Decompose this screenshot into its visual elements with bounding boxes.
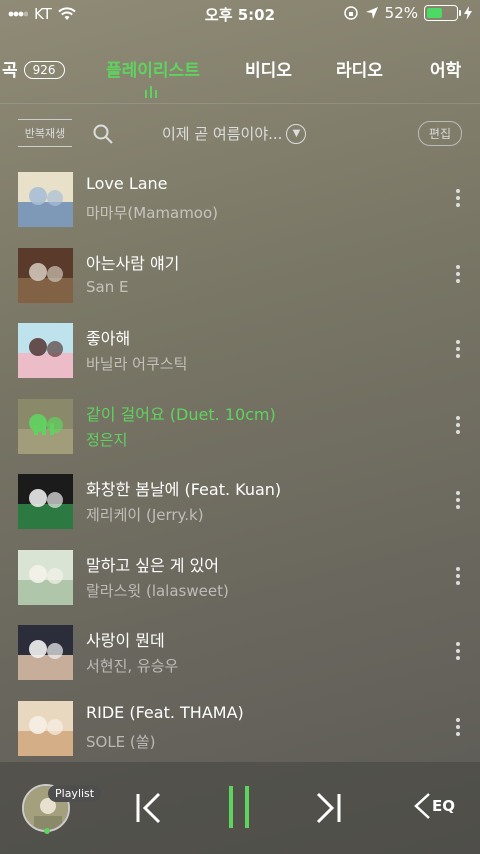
tab-radio[interactable]: 라디오 bbox=[336, 56, 383, 81]
status-bar: KT 오후 5:02 52% bbox=[0, 0, 480, 28]
song-title: 사랑이 뭔데 bbox=[86, 631, 165, 650]
more-options-icon[interactable] bbox=[456, 340, 460, 358]
speaker-icon bbox=[414, 793, 430, 819]
battery-fill bbox=[427, 8, 442, 18]
song-artist: 랄라스윗 (lalasweet) bbox=[86, 581, 229, 600]
tab-playlist[interactable]: 플레이리스트 bbox=[106, 56, 200, 81]
location-icon bbox=[365, 7, 378, 19]
battery-percent: 52% bbox=[384, 4, 418, 22]
equalizer-button[interactable]: EQ bbox=[414, 792, 455, 820]
song-artist: 서현진, 유승우 bbox=[86, 657, 179, 675]
song-row[interactable]: 사랑이 뭔데서현진, 유승우 bbox=[0, 625, 480, 701]
pause-icon[interactable] bbox=[226, 784, 252, 830]
search-icon[interactable] bbox=[92, 123, 114, 145]
playlist-toolbar: 반복재생 이제 곧 여름이야... ▼ 편집 bbox=[0, 113, 480, 153]
tab-songs[interactable]: 곡 926 bbox=[2, 56, 65, 81]
next-track-icon[interactable] bbox=[314, 792, 342, 824]
song-title: 화창한 봄날에 (Feat. Kuan) bbox=[86, 480, 282, 499]
more-options-icon[interactable] bbox=[456, 717, 460, 736]
album-cover[interactable] bbox=[18, 247, 73, 303]
song-row[interactable]: 화창한 봄날에 (Feat. Kuan) 제리케이 (Jerry.k) bbox=[0, 474, 480, 550]
progress-indicator bbox=[44, 828, 50, 834]
album-cover[interactable] bbox=[18, 549, 73, 605]
album-cover[interactable] bbox=[18, 625, 73, 680]
more-options-icon[interactable] bbox=[456, 642, 460, 660]
playlist-selector[interactable]: 이제 곧 여름이야... ▼ bbox=[162, 123, 307, 144]
active-tab-indicator bbox=[145, 86, 157, 98]
song-title: Love Lane bbox=[86, 174, 168, 193]
song-row[interactable]: Love Lane 마마무(Mamamoo) bbox=[0, 172, 480, 248]
repeat-button[interactable]: 반복재생 bbox=[18, 119, 72, 147]
tabs-divider bbox=[0, 103, 480, 104]
song-row[interactable]: 아는사람 얘기 San E bbox=[0, 247, 480, 324]
battery-icon bbox=[424, 5, 461, 21]
song-artist: 정은지 bbox=[86, 430, 128, 449]
repeat-button-label: 반복재생 bbox=[24, 127, 66, 140]
more-options-icon[interactable] bbox=[456, 264, 460, 283]
song-artist: 바닐라 어쿠스틱 bbox=[86, 355, 188, 373]
playlist-tag: Playlist bbox=[48, 785, 102, 802]
more-options-icon[interactable] bbox=[456, 491, 460, 509]
album-cover[interactable] bbox=[18, 700, 73, 756]
song-title: RIDE (Feat. THAMA) bbox=[86, 702, 244, 722]
song-row[interactable]: 같이 걸어요 (Duet. 10cm) 정은지 bbox=[0, 398, 480, 475]
album-cover[interactable] bbox=[18, 323, 73, 378]
orientation-lock-icon bbox=[343, 6, 358, 20]
previous-track-icon[interactable] bbox=[135, 792, 163, 824]
song-row[interactable]: 말하고 싶은 게 있어랄라스윗 (lalasweet) bbox=[0, 549, 480, 626]
tab-songs-label: 곡 bbox=[2, 61, 18, 81]
tab-language[interactable]: 어학 bbox=[430, 56, 461, 81]
more-options-icon[interactable] bbox=[456, 566, 460, 585]
edit-button[interactable]: 편집 bbox=[417, 121, 462, 146]
song-title: 말하고 싶은 게 있어 bbox=[86, 555, 220, 575]
tab-video[interactable]: 비디오 bbox=[245, 56, 292, 81]
song-artist: San E bbox=[86, 277, 129, 296]
song-count-badge: 926 bbox=[23, 61, 65, 79]
song-artist: SOLE (쏠) bbox=[86, 732, 156, 751]
more-options-icon[interactable] bbox=[456, 415, 460, 434]
charging-icon bbox=[464, 6, 472, 20]
album-cover[interactable] bbox=[18, 398, 73, 454]
album-cover[interactable] bbox=[18, 172, 73, 227]
more-options-icon[interactable] bbox=[456, 189, 460, 207]
song-title: 같이 걸어요 (Duet. 10cm) bbox=[86, 404, 276, 424]
album-cover[interactable] bbox=[18, 474, 73, 529]
song-row[interactable]: 좋아해바닐라 어쿠스틱 bbox=[0, 323, 480, 399]
now-playing-equalizer-icon bbox=[34, 418, 54, 435]
song-artist: 제리케이 (Jerry.k) bbox=[86, 506, 204, 524]
eq-label: EQ bbox=[432, 797, 455, 815]
player-bar: Playlist EQ bbox=[0, 762, 480, 854]
song-title: 아는사람 얘기 bbox=[86, 253, 180, 273]
status-right: 52% bbox=[343, 4, 472, 22]
category-tabs: 곡 926 플레이리스트 비디오 라디오 어학 bbox=[0, 52, 480, 92]
song-artist: 마마무(Mamamoo) bbox=[86, 204, 219, 222]
playlist-name: 이제 곧 여름이야... bbox=[162, 125, 283, 143]
song-title: 좋아해 bbox=[86, 329, 131, 348]
chevron-down-icon: ▼ bbox=[286, 123, 307, 144]
